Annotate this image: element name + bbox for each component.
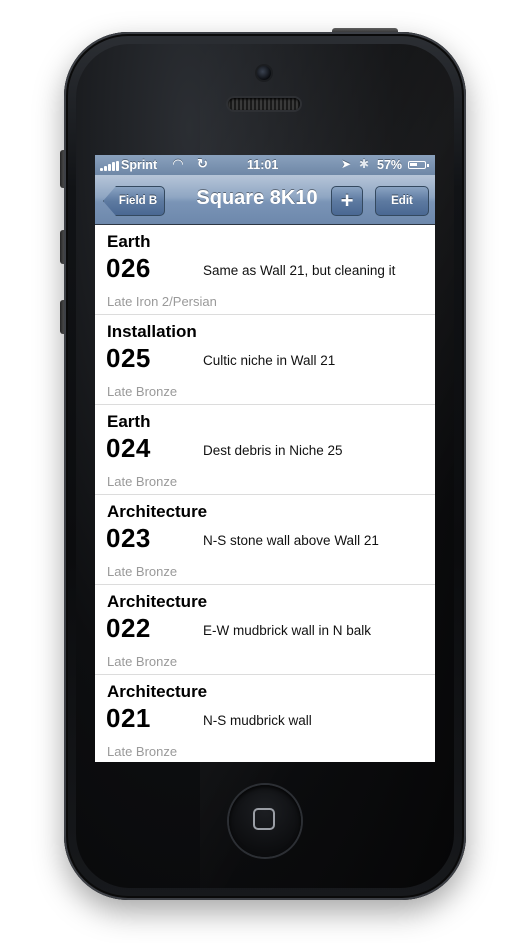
list-item[interactable]: Earth 026 Same as Wall 21, but cleaning … xyxy=(95,225,435,315)
locus-number: 024 xyxy=(106,433,151,463)
locus-number: 026 xyxy=(106,253,151,283)
list-item[interactable]: Architecture 021 N-S mudbrick wall Late … xyxy=(95,675,435,762)
locus-type: Architecture xyxy=(107,682,208,701)
locus-list: Earth 026 Same as Wall 21, but cleaning … xyxy=(95,225,435,762)
locus-period: Late Bronze xyxy=(107,654,178,669)
bluetooth-icon: ✱ xyxy=(359,157,370,171)
locus-number: 021 xyxy=(106,703,151,733)
list-item[interactable]: Architecture 023 N-S stone wall above Wa… xyxy=(95,495,435,585)
locus-type: Installation xyxy=(107,322,197,341)
signal-icon xyxy=(100,161,120,171)
status-time: 11:01 xyxy=(247,158,279,172)
locus-number: 025 xyxy=(106,343,151,373)
locus-period: Late Iron 2/Persian xyxy=(107,294,217,309)
locus-period: Late Bronze xyxy=(107,474,178,489)
locus-description: N-S stone wall above Wall 21 xyxy=(203,533,379,548)
battery-icon xyxy=(408,161,429,169)
front-camera-icon xyxy=(257,66,271,80)
page-title: Square 8K10 xyxy=(196,187,318,209)
locus-description: Same as Wall 21, but cleaning it xyxy=(203,263,396,278)
stage: Sprint ◠ ↻ 11:01 ➤ ✱ 57% Field B Square … xyxy=(0,0,530,943)
locus-description: Dest debris in Niche 25 xyxy=(203,443,343,458)
list-item[interactable]: Installation 025 Cultic niche in Wall 21… xyxy=(95,315,435,405)
locus-description: Cultic niche in Wall 21 xyxy=(203,353,336,368)
navigation-bar: Field B Square 8K10 + Edit xyxy=(95,175,435,225)
locus-type: Earth xyxy=(107,232,151,251)
carrier-name: Sprint xyxy=(121,158,158,172)
locus-period: Late Bronze xyxy=(107,744,178,759)
list-item[interactable]: Architecture 022 E-W mudbrick wall in N … xyxy=(95,585,435,675)
locus-period: Late Bronze xyxy=(107,384,178,399)
locus-type: Earth xyxy=(107,412,151,431)
locus-type: Architecture xyxy=(107,502,208,521)
locus-description: E-W mudbrick wall in N balk xyxy=(203,623,372,638)
location-icon: ➤ xyxy=(341,157,352,171)
list-item[interactable]: Earth 024 Dest debris in Niche 25 Late B… xyxy=(95,405,435,495)
earpiece-speaker xyxy=(228,98,300,110)
wifi-icon: ◠ xyxy=(173,156,183,171)
phone-screen: Sprint ◠ ↻ 11:01 ➤ ✱ 57% Field B Square … xyxy=(95,155,435,762)
home-square-icon xyxy=(253,808,275,830)
locus-number: 022 xyxy=(106,613,151,643)
status-bar: Sprint ◠ ↻ 11:01 ➤ ✱ 57% xyxy=(95,155,435,175)
locus-type: Architecture xyxy=(107,592,208,611)
back-button[interactable]: Field B xyxy=(103,186,165,216)
edit-button[interactable]: Edit xyxy=(375,186,429,216)
locus-number: 023 xyxy=(106,523,151,553)
battery-fill xyxy=(410,163,417,166)
battery-percentage: 57% xyxy=(377,158,403,172)
sync-icon: ↻ xyxy=(197,156,208,171)
locus-description: N-S mudbrick wall xyxy=(203,713,312,728)
locus-period: Late Bronze xyxy=(107,564,178,579)
add-locus-button[interactable]: + xyxy=(331,186,363,216)
battery-nub xyxy=(427,163,429,167)
